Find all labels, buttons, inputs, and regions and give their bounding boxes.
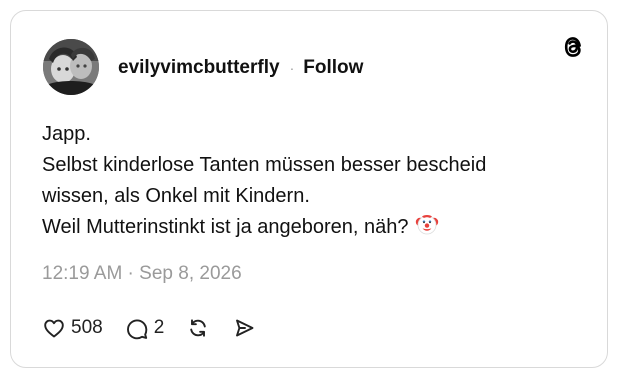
- username[interactable]: evilyvimcbutterfly: [118, 57, 280, 79]
- post-text-line: wissen, als Onkel mit Kindern.: [42, 185, 310, 207]
- separator-dot: ·: [289, 60, 295, 76]
- post-timestamp: 12:19 AM · Sep 8, 2026: [42, 263, 242, 284]
- send-icon: [232, 316, 256, 340]
- reply-button[interactable]: 2: [125, 316, 165, 340]
- post-card: evilyvimcbutterfly · Follow Japp. Selbst…: [10, 10, 608, 368]
- reply-count: 2: [153, 317, 165, 338]
- post-text-line: Japp.: [42, 123, 91, 145]
- repost-icon: [186, 316, 210, 340]
- post-body: Japp. Selbst kinderlose Tanten müssen be…: [42, 119, 582, 246]
- repost-button[interactable]: [186, 316, 210, 340]
- avatar-photo: [43, 39, 99, 95]
- comment-icon: [125, 316, 149, 340]
- heart-icon: [42, 316, 66, 340]
- post-text-line: Selbst kinderlose Tanten müssen besser b…: [42, 154, 487, 176]
- like-count: 508: [71, 317, 103, 338]
- clown-face-icon: [415, 212, 439, 246]
- like-button[interactable]: 508: [42, 316, 103, 340]
- share-button[interactable]: [232, 316, 256, 340]
- avatar[interactable]: [43, 39, 99, 95]
- post-text-line: Weil Mutterinstinkt ist ja angeboren, nä…: [42, 216, 409, 238]
- threads-logo-icon[interactable]: [560, 33, 586, 61]
- action-bar: 508 2: [42, 313, 256, 343]
- post-header: evilyvimcbutterfly · Follow: [118, 56, 363, 80]
- follow-button[interactable]: Follow: [303, 57, 363, 79]
- post-text-line-with-emoji: Weil Mutterinstinkt ist ja angeboren, nä…: [42, 212, 582, 246]
